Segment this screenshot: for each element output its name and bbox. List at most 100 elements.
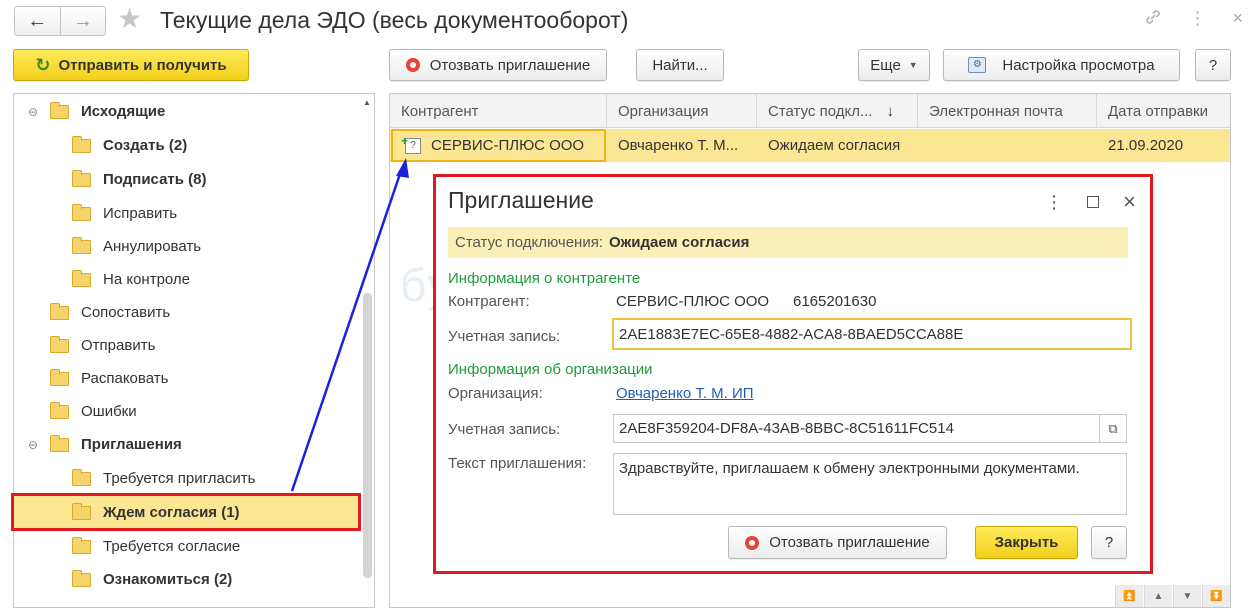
scroll-top-icon[interactable]: ⏫ (1115, 585, 1143, 607)
tree-item-label: Ошибки (81, 403, 137, 420)
tree-item-fix[interactable]: Исправить (14, 197, 360, 230)
table-scroll-controls: ⏫ ▲ ▼ ⏬ (1115, 585, 1230, 607)
folder-icon (72, 169, 91, 187)
more-button[interactable]: Еще ▼ (858, 49, 930, 81)
scroll-up-icon[interactable]: ▲ (1144, 585, 1172, 607)
table-row[interactable]: ? + СЕРВИС-ПЛЮС ООО Овчаренко Т. М... Ожи… (390, 129, 1230, 162)
org-account-field[interactable]: 2AE8F359204-DF8A-43AB-8BBC-8C51611FC514 … (613, 414, 1127, 443)
cell-counterparty[interactable]: ? + СЕРВИС-ПЛЮС ООО (391, 129, 606, 162)
cell-date[interactable]: 21.09.2020 (1097, 129, 1230, 162)
tree-item-label: Исправить (103, 205, 178, 222)
cell-email[interactable] (918, 129, 1097, 162)
folder-icon (72, 203, 91, 221)
view-settings-label: Настройка просмотра (1002, 56, 1155, 74)
forward-button[interactable]: → (59, 7, 106, 35)
tree-item-errors[interactable]: Ошибки (14, 395, 360, 428)
tree-item-send[interactable]: Отправить (14, 329, 360, 362)
cell-status[interactable]: Ожидаем согласия (757, 129, 918, 162)
column-header-counterparty[interactable]: Контрагент (390, 94, 607, 128)
folder-icon (72, 536, 91, 554)
invitation-dialog: Приглашение ⋮ × Статус подключения: Ожид… (433, 174, 1153, 574)
open-icon[interactable]: ⧉ (1099, 415, 1126, 442)
tree-item-label: Создать (2) (103, 137, 188, 154)
more-icon[interactable]: ⋮ (1188, 8, 1206, 31)
tree-item-sign[interactable]: Подписать (8) (14, 163, 360, 196)
tree-item-outgoing[interactable]: ⊖ Исходящие (14, 95, 360, 128)
tree-item-label: Ознакомиться (2) (103, 571, 233, 588)
close-icon[interactable]: × (1232, 8, 1243, 31)
dialog-controls: ⋮ × (1045, 189, 1136, 215)
section-org-info: Информация об организации (448, 361, 653, 378)
maximize-icon[interactable] (1087, 196, 1100, 208)
folder-icon (72, 269, 91, 287)
view-settings-button[interactable]: ⚙ Настройка просмотра (943, 49, 1180, 81)
dropdown-icon: ▼ (908, 60, 918, 70)
tree-item-invitations[interactable]: ⊖ Приглашения (14, 428, 360, 461)
invitation-message-field[interactable]: Здравствуйте, приглашаем к обмену электр… (613, 453, 1127, 515)
column-header-email[interactable]: Электронная почта (918, 94, 1097, 128)
tree-item-annul[interactable]: Аннулировать (14, 230, 360, 263)
folder-icon (72, 135, 91, 153)
send-receive-label: Отправить и получить (58, 56, 227, 74)
tree-item-control[interactable]: На контроле (14, 263, 360, 296)
tree-item-create[interactable]: Создать (2) (14, 129, 360, 162)
highlight-tree-selection (11, 493, 361, 531)
tree-item-review[interactable]: Ознакомиться (2) (14, 563, 360, 596)
collapse-icon[interactable]: ⊖ (28, 438, 38, 452)
connection-status-bar: Статус подключения: Ожидаем согласия (448, 227, 1128, 258)
cell-organization[interactable]: Овчаренко Т. М... (607, 129, 757, 162)
status-value: Ожидаем согласия (609, 234, 750, 251)
section-counterparty-info: Информация о контрагенте (448, 270, 641, 287)
invitation-doc-icon: ? + (401, 134, 421, 154)
find-button[interactable]: Найти... (636, 49, 724, 81)
counterparty-name: СЕРВИС-ПЛЮС ООО (616, 293, 770, 310)
back-button[interactable]: ← (15, 7, 60, 35)
organization-link[interactable]: Овчаренко Т. М. ИП (616, 385, 754, 402)
dialog-more-icon[interactable]: ⋮ (1045, 192, 1063, 213)
counterparty-account-field[interactable]: 2AE1883E7EC-65E8-4882-ACA8-8BAED5CCA88E (612, 318, 1132, 350)
folder-icon (72, 236, 91, 254)
tree-item-label: Сопоставить (81, 304, 171, 321)
scroll-down-icon[interactable]: ▼ (1173, 585, 1201, 607)
settings-icon: ⚙ (968, 57, 987, 73)
table-header: Контрагент Организация Статус подкл... ↓… (390, 94, 1230, 128)
tree-item-match[interactable]: Сопоставить (14, 296, 360, 329)
folder-icon (50, 434, 69, 452)
tree-scrollbar[interactable]: ▲ (363, 98, 372, 603)
dialog-close-icon[interactable]: × (1123, 189, 1136, 215)
counterparty-inn: 6165201630 (793, 293, 877, 310)
tree-item-label: Требуется пригласить (103, 470, 256, 487)
scroll-up-icon[interactable]: ▲ (363, 98, 371, 107)
revoke-invite-button[interactable]: Отозвать приглашение (389, 49, 607, 81)
collapse-icon[interactable]: ⊖ (28, 105, 38, 119)
tree-item-need-consent[interactable]: Требуется согласие (14, 530, 360, 563)
counterparty-account-label: Учетная запись: (448, 328, 561, 345)
tree-item-label: Приглашения (81, 436, 182, 453)
org-account-value: 2AE8F359204-DF8A-43AB-8BBC-8C51611FC514 (619, 420, 954, 437)
column-header-organization[interactable]: Организация (607, 94, 757, 128)
dialog-help-button[interactable]: ? (1091, 526, 1127, 559)
dialog-revoke-button[interactable]: Отозвать приглашение (728, 526, 947, 559)
scroll-thumb[interactable] (363, 293, 372, 578)
scroll-bottom-icon[interactable]: ⏬ (1202, 585, 1230, 607)
organization-label: Организация: (448, 385, 543, 402)
column-header-date[interactable]: Дата отправки (1097, 94, 1230, 128)
help-button[interactable]: ? (1195, 49, 1231, 81)
tree-item-label: На контроле (103, 271, 191, 288)
folder-icon (50, 335, 69, 353)
favorite-star-icon[interactable]: ★ (117, 4, 142, 34)
link-icon[interactable] (1144, 8, 1162, 31)
status-label: Статус подключения: (455, 234, 603, 251)
dialog-revoke-label: Отозвать приглашение (769, 534, 930, 551)
message-label: Текст приглашения: (448, 455, 587, 472)
column-header-status[interactable]: Статус подкл... ↓ (757, 94, 918, 128)
tree-item-label: Требуется согласие (103, 538, 241, 555)
dialog-close-button[interactable]: Закрыть (975, 526, 1078, 559)
send-receive-button[interactable]: ↻ Отправить и получить (13, 49, 249, 81)
tree-item-unpack[interactable]: Распаковать (14, 362, 360, 395)
tree-item-need-invite[interactable]: Требуется пригласить (14, 462, 360, 495)
tree-item-label: Распаковать (81, 370, 169, 387)
counterparty-label: Контрагент: (448, 293, 530, 310)
history-nav: ← → (14, 6, 106, 36)
arrow-left-icon: ← (27, 9, 48, 32)
